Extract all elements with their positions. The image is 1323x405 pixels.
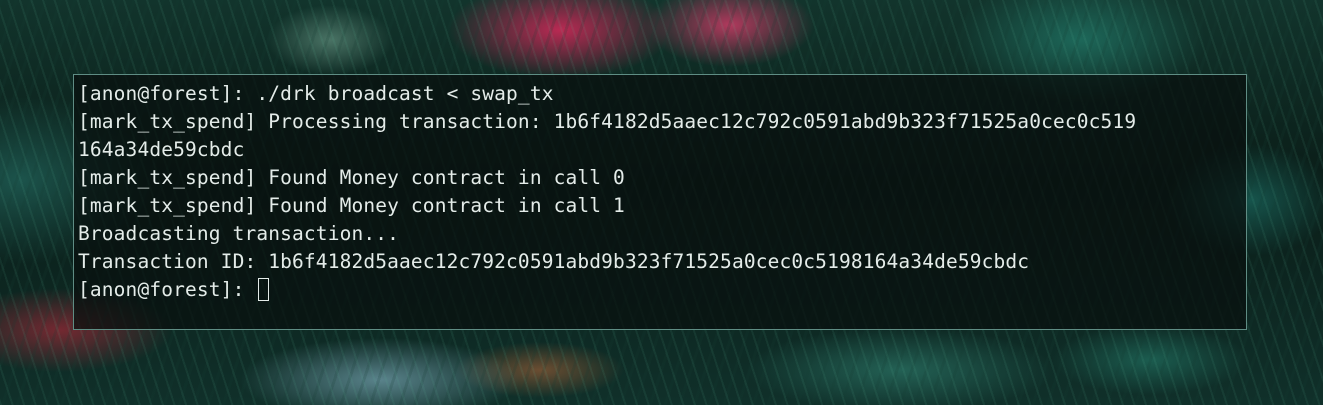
terminal-line: 164a34de59cbdc (78, 138, 245, 161)
terminal-line: Broadcasting transaction... (78, 222, 400, 245)
terminal-prompt: [anon@forest]: (78, 278, 257, 301)
terminal-cursor[interactable] (258, 278, 270, 301)
terminal-line: [mark_tx_spend] Found Money contract in … (78, 194, 625, 217)
terminal-line: Transaction ID: 1b6f4182d5aaec12c792c059… (78, 250, 1030, 273)
terminal-line: [anon@forest]: ./drk broadcast < swap_tx (78, 82, 554, 105)
terminal-prompt-line[interactable]: [anon@forest]: (78, 276, 1246, 304)
terminal-window[interactable]: [anon@forest]: ./drk broadcast < swap_tx… (73, 74, 1247, 330)
terminal-line: [mark_tx_spend] Processing transaction: … (78, 110, 1137, 133)
terminal-line: [mark_tx_spend] Found Money contract in … (78, 166, 625, 189)
